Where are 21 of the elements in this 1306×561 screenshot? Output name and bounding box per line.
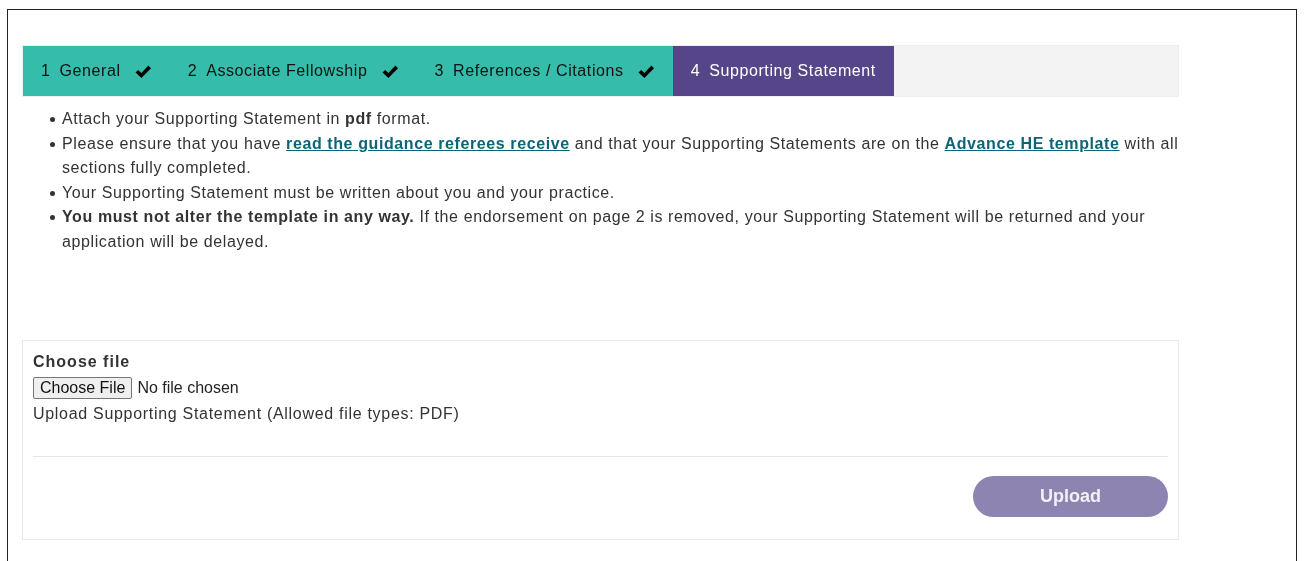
file-status: No file chosen [137,379,239,397]
checkmark-icon [133,63,152,79]
step-tab[interactable]: 2 Associate Fellowship [169,46,417,96]
checkmark-icon [380,63,399,79]
bullet-icon [50,215,55,220]
field-label: Choose file [33,353,132,371]
step-tab[interactable]: 3 References / Citations [416,46,673,96]
step-tab[interactable]: 1 General [23,46,170,96]
bullet-icon [50,117,55,122]
choose-file-button[interactable]: Choose File [33,377,133,399]
bullet-icon [50,141,55,147]
instruction-text: Your Supporting Statement must be written about you and your practice. [62,182,615,203]
step-tab[interactable]: 4 Supporting Statement [672,46,894,96]
guidance-link[interactable]: read the guidance referees receive [286,134,570,152]
instruction-text: You must not alter the template in any way. If the endorsement on page 2 is removed, your Supporting Statement will be returned and your application will be delayed. [62,207,1147,252]
hint-text: Upload Supporting Statement (Allowed file types: PDF) [33,405,461,423]
instruction-text: Attach your Supporting Statement in pdf format. [62,109,431,129]
instruction-text: Please ensure that you have read the guidance referees receive and that your Supporting Statements are on the Advance HE template with all sections fully completed. [62,133,1179,178]
checkmark-icon [636,63,655,79]
guidance-link[interactable]: Advance HE template [944,134,1120,152]
bullet-icon [50,190,55,196]
